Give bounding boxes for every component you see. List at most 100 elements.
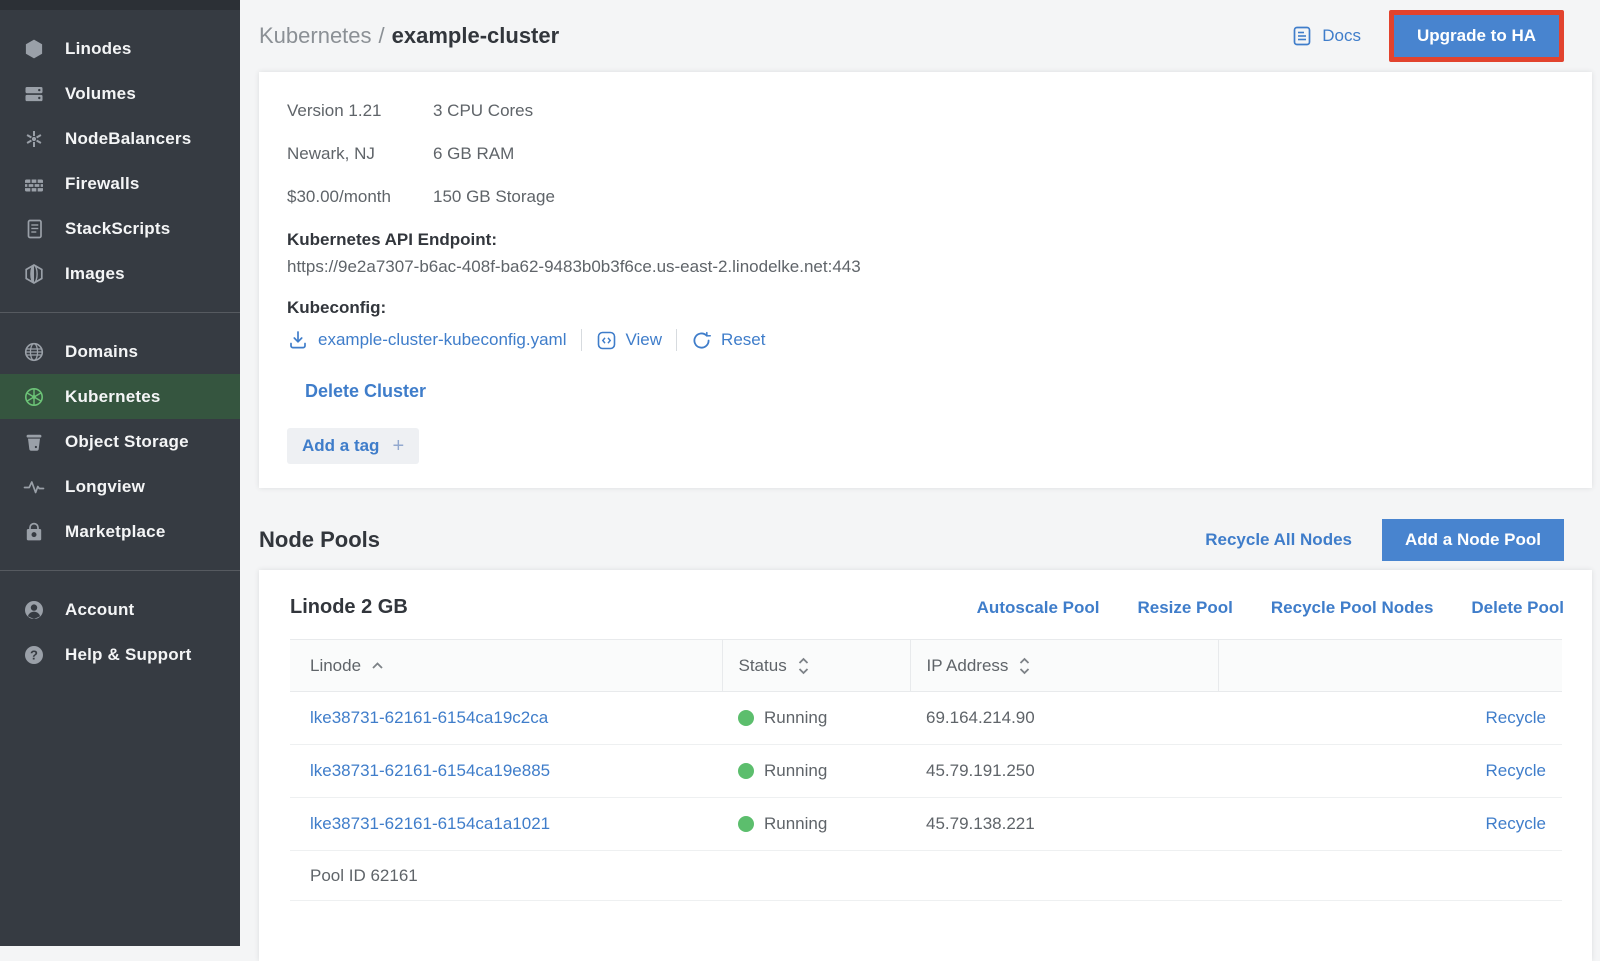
divider [676, 329, 677, 351]
add-tag-button[interactable]: Add a tag + [287, 428, 419, 464]
reset-label: Reset [721, 330, 765, 350]
page-header: Kubernetes / example-cluster Docs Upgrade … [259, 0, 1592, 72]
docs-link[interactable]: Docs [1291, 25, 1361, 47]
sidebar-item-label: NodeBalancers [65, 129, 191, 149]
code-view-icon [596, 330, 617, 351]
column-header-ip[interactable]: IP Address [910, 640, 1218, 692]
kubeconfig-label: Kubeconfig: [287, 298, 1564, 318]
sidebar-item-images[interactable]: Images [0, 251, 240, 296]
cluster-summary-card: Version 1.21 3 CPU Cores Newark, NJ 6 GB… [259, 72, 1592, 488]
column-label: IP Address [927, 656, 1009, 676]
nodebalancers-icon [21, 127, 47, 151]
docs-icon [1291, 25, 1313, 47]
sort-icon [797, 657, 810, 675]
sidebar-item-longview[interactable]: Longview [0, 464, 240, 509]
autoscale-pool-link[interactable]: Autoscale Pool [977, 598, 1100, 618]
upgrade-to-ha-button[interactable]: Upgrade to HA [1394, 15, 1559, 57]
refresh-icon [691, 330, 712, 351]
table-row: lke38731-62161-6154ca19e885 Running 45.7… [290, 745, 1562, 798]
spec-region: Newark, NJ [287, 141, 433, 166]
sidebar-item-label: Domains [65, 342, 138, 362]
sidebar-item-label: Volumes [65, 84, 136, 104]
breadcrumb: Kubernetes / example-cluster [259, 23, 559, 49]
status-dot-icon [738, 816, 754, 832]
node-pools-header: Node Pools Recycle All Nodes Add a Node … [259, 518, 1592, 562]
main-content: Kubernetes / example-cluster Docs Upgrade … [240, 0, 1600, 946]
column-label: Linode [310, 656, 361, 676]
pool-actions: Autoscale Pool Resize Pool Recycle Pool … [977, 598, 1564, 618]
status-dot-icon [738, 710, 754, 726]
spec-version: Version 1.21 [287, 98, 433, 123]
recycle-pool-nodes-link[interactable]: Recycle Pool Nodes [1271, 598, 1434, 618]
api-endpoint-url: https://9e2a7307-b6ac-408f-ba62-9483b0b3… [287, 257, 1564, 277]
delete-pool-link[interactable]: Delete Pool [1471, 598, 1564, 618]
kubeconfig-filename: example-cluster-kubeconfig.yaml [318, 330, 567, 350]
sidebar-item-object-storage[interactable]: Object Storage [0, 419, 240, 464]
recycle-link[interactable]: Recycle [1486, 814, 1546, 833]
node-link[interactable]: lke38731-62161-6154ca1a1021 [310, 814, 550, 833]
status-badge: Running [738, 745, 894, 797]
node-pools-title: Node Pools [259, 527, 380, 553]
sidebar-item-label: Kubernetes [65, 387, 161, 407]
sort-asc-icon [371, 661, 384, 670]
sidebar-item-kubernetes[interactable]: Kubernetes [0, 374, 240, 419]
sidebar-item-label: Account [65, 600, 134, 620]
status-label: Running [764, 708, 827, 728]
sidebar-group-services: Domains Kubernetes Object Storage Longvi… [0, 329, 240, 554]
recycle-link[interactable]: Recycle [1486, 708, 1546, 727]
pool-name: Linode 2 GB [290, 596, 408, 619]
sidebar-group-account: Account ? Help & Support [0, 587, 240, 677]
sidebar-divider [0, 312, 240, 313]
sidebar: Linodes Volumes NodeBalancers [0, 0, 240, 946]
node-link[interactable]: lke38731-62161-6154ca19e885 [310, 761, 550, 780]
status-badge: Running [738, 798, 894, 850]
sidebar-item-volumes[interactable]: Volumes [0, 71, 240, 116]
sidebar-item-linodes[interactable]: Linodes [0, 26, 240, 71]
sidebar-item-label: Object Storage [65, 432, 189, 452]
kubernetes-icon [21, 385, 47, 409]
ip-address: 45.79.191.250 [910, 745, 1218, 798]
kubeconfig-reset-link[interactable]: Reset [691, 330, 765, 351]
sidebar-item-label: Help & Support [65, 645, 192, 665]
sidebar-item-stackscripts[interactable]: StackScripts [0, 206, 240, 251]
recycle-all-nodes-link[interactable]: Recycle All Nodes [1205, 530, 1352, 550]
table-row: lke38731-62161-6154ca19c2ca Running 69.1… [290, 692, 1562, 745]
sidebar-item-nodebalancers[interactable]: NodeBalancers [0, 116, 240, 161]
page-title: example-cluster [392, 23, 560, 48]
sidebar-top-strip [0, 0, 240, 10]
breadcrumb-kubernetes-link[interactable]: Kubernetes [259, 23, 372, 48]
account-icon [21, 598, 47, 622]
sidebar-item-label: Firewalls [65, 174, 140, 194]
ip-address: 69.164.214.90 [910, 692, 1218, 745]
resize-pool-link[interactable]: Resize Pool [1137, 598, 1232, 618]
table-row: lke38731-62161-6154ca1a1021 Running 45.7… [290, 798, 1562, 851]
kubeconfig-view-link[interactable]: View [596, 330, 663, 351]
add-node-pool-button[interactable]: Add a Node Pool [1382, 519, 1564, 561]
sidebar-item-marketplace[interactable]: Marketplace [0, 509, 240, 554]
kubeconfig-download-link[interactable]: example-cluster-kubeconfig.yaml [287, 329, 567, 351]
breadcrumb-separator: / [379, 23, 385, 48]
table-header-row: Linode Status IP Address [290, 640, 1562, 692]
node-link[interactable]: lke38731-62161-6154ca19c2ca [310, 708, 548, 727]
view-label: View [626, 330, 663, 350]
plus-icon: + [392, 438, 404, 455]
spec-price: $30.00/month [287, 184, 433, 209]
status-dot-icon [738, 763, 754, 779]
column-header-status[interactable]: Status [722, 640, 910, 692]
recycle-link[interactable]: Recycle [1486, 761, 1546, 780]
node-pool-card: Linode 2 GB Autoscale Pool Resize Pool R… [259, 570, 1592, 961]
status-label: Running [764, 814, 827, 834]
header-actions: Docs Upgrade to HA [1291, 10, 1564, 62]
sidebar-group-compute: Linodes Volumes NodeBalancers [0, 26, 240, 296]
node-pools-actions: Recycle All Nodes Add a Node Pool [1205, 519, 1564, 561]
node-table: Linode Status IP Address [290, 639, 1562, 901]
delete-cluster-button[interactable]: Delete Cluster [305, 381, 426, 402]
divider [581, 329, 582, 351]
sidebar-item-label: Longview [65, 477, 145, 497]
sidebar-item-account[interactable]: Account [0, 587, 240, 632]
sidebar-item-help-support[interactable]: ? Help & Support [0, 632, 240, 677]
sidebar-item-firewalls[interactable]: Firewalls [0, 161, 240, 206]
sort-icon [1018, 657, 1031, 675]
column-header-linode[interactable]: Linode [290, 640, 722, 692]
sidebar-item-domains[interactable]: Domains [0, 329, 240, 374]
